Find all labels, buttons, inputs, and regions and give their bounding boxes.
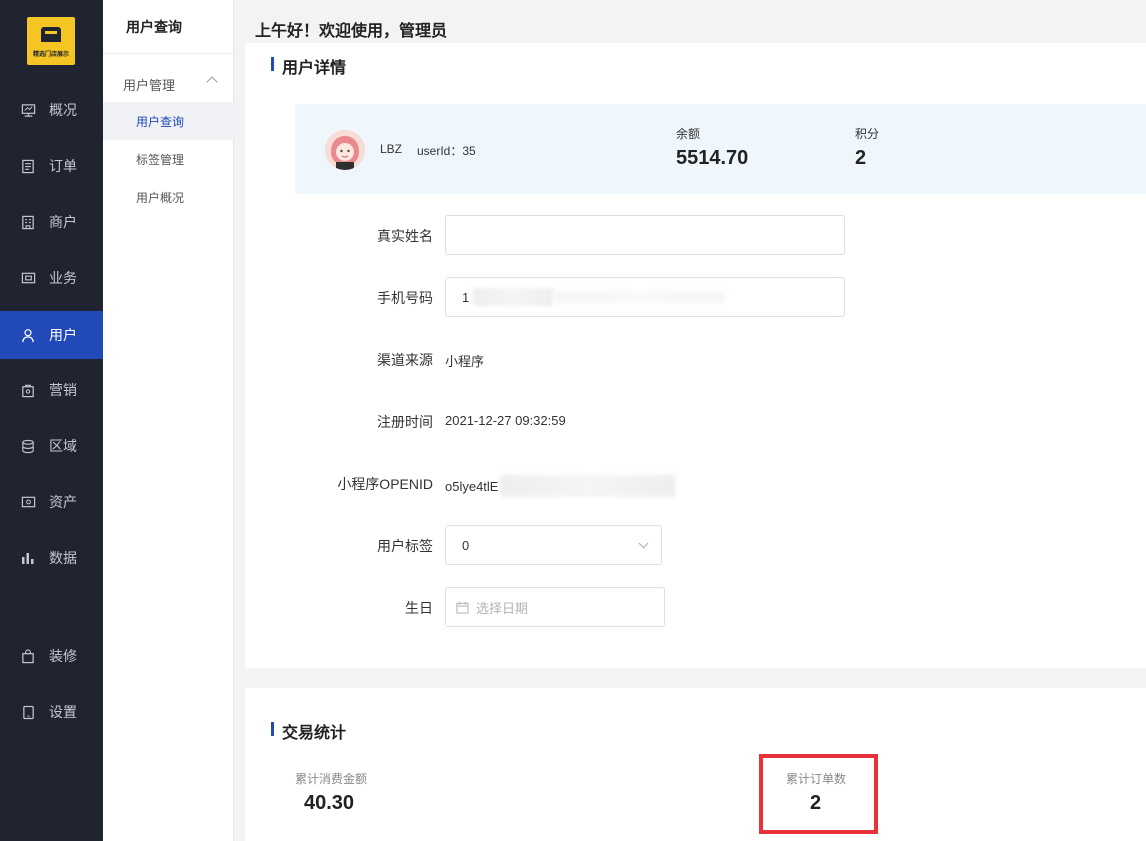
user-id: userId：35 bbox=[417, 144, 476, 158]
nav-item-business[interactable]: 业务 bbox=[0, 254, 103, 302]
real-name-input[interactable] bbox=[445, 215, 845, 255]
user-tag-label: 用户标签 bbox=[377, 538, 433, 554]
nav-label: 资产 bbox=[49, 494, 77, 510]
channel-label: 渠道来源 bbox=[377, 352, 433, 368]
nav-item-region[interactable]: 区域 bbox=[0, 422, 103, 470]
nav-item-users[interactable]: 用户 bbox=[0, 311, 103, 359]
subnav-title: 用户查询 bbox=[103, 0, 233, 54]
nav-label: 业务 bbox=[49, 270, 77, 286]
phone-label: 手机号码 bbox=[377, 290, 433, 306]
user-icon bbox=[20, 327, 36, 343]
secondary-sidebar: 用户查询 用户管理 用户查询 标签管理 用户概况 bbox=[103, 0, 234, 841]
main-sidebar: 精选门店展示 概况 订单 商户 业务 用户 营销 区域 资产 数据 装修 设置 bbox=[0, 0, 103, 841]
bar-chart-icon bbox=[20, 550, 36, 566]
openid-value: o5lye4tlE bbox=[445, 478, 499, 494]
nav-item-settings[interactable]: 设置 bbox=[0, 688, 103, 736]
nav-label: 营销 bbox=[49, 382, 77, 398]
trade-stats-card: 交易统计 累计消费金额 40.30 累计订单数 2 bbox=[245, 688, 1146, 841]
document-icon bbox=[20, 158, 36, 174]
subnav-group-label: 用户管理 bbox=[123, 77, 176, 93]
store-logo-icon bbox=[41, 27, 61, 42]
points-label: 积分 bbox=[855, 127, 880, 141]
chevron-up-icon bbox=[206, 76, 218, 88]
openid-label: 小程序OPENID bbox=[337, 476, 433, 492]
section-title-trade-stats: 交易统计 bbox=[271, 719, 346, 743]
subnav-item-tag-management[interactable]: 标签管理 bbox=[103, 140, 234, 178]
redacted-blur bbox=[555, 291, 726, 303]
birthday-label: 生日 bbox=[405, 600, 433, 616]
register-time-label: 注册时间 bbox=[377, 414, 433, 430]
user-tag-value: 0 bbox=[462, 537, 470, 553]
real-name-label: 真实姓名 bbox=[377, 228, 433, 244]
user-tag-select[interactable]: 0 bbox=[445, 525, 662, 565]
total-spend-label: 累计消费金额 bbox=[295, 772, 368, 786]
user-detail-card: 用户详情 LBZ userId：35 余额 5514.70 积分 2 真实姓名 … bbox=[245, 43, 1146, 668]
nav-label: 数据 bbox=[49, 550, 77, 566]
user-summary-box: LBZ userId：35 余额 5514.70 积分 2 bbox=[295, 104, 1146, 194]
section-title-user-detail: 用户详情 bbox=[271, 54, 346, 78]
database-icon bbox=[20, 438, 36, 454]
redacted-blur bbox=[500, 475, 676, 497]
nav-label: 概况 bbox=[49, 102, 77, 118]
subnav-item-user-query[interactable]: 用户查询 bbox=[103, 102, 234, 140]
nav-label: 订单 bbox=[49, 158, 77, 174]
register-time-value: 2021-12-27 09:32:59 bbox=[445, 413, 566, 428]
nav-item-overview[interactable]: 概况 bbox=[0, 86, 103, 134]
avatar bbox=[325, 130, 365, 170]
subnav-item-user-overview[interactable]: 用户概况 bbox=[103, 178, 234, 216]
app-logo[interactable]: 精选门店展示 bbox=[27, 17, 75, 65]
bag-icon bbox=[20, 382, 36, 398]
store-icon bbox=[20, 214, 36, 230]
nav-item-marketing[interactable]: 营销 bbox=[0, 366, 103, 414]
phone-value: 1 bbox=[462, 289, 470, 305]
nav-item-data[interactable]: 数据 bbox=[0, 534, 103, 582]
calendar-icon bbox=[456, 601, 469, 614]
wallet-icon bbox=[20, 494, 36, 510]
nav-item-merchants[interactable]: 商户 bbox=[0, 198, 103, 246]
tablet-icon bbox=[20, 704, 36, 720]
phone-input[interactable]: 1 bbox=[445, 277, 845, 317]
nav-label: 装修 bbox=[49, 648, 77, 664]
points-value: 2 bbox=[855, 147, 867, 169]
chevron-down-icon bbox=[638, 538, 649, 549]
logo-text: 精选门店展示 bbox=[32, 52, 69, 58]
page-greeting: 上午好！欢迎使用，管理员 bbox=[255, 23, 448, 40]
nav-label: 用户 bbox=[49, 327, 77, 343]
birthday-placeholder: 选择日期 bbox=[476, 600, 529, 616]
birthday-date-picker[interactable]: 选择日期 bbox=[445, 587, 665, 627]
openid-row: o5lye4tlE bbox=[445, 475, 676, 497]
nav-item-orders[interactable]: 订单 bbox=[0, 142, 103, 190]
channel-value: 小程序 bbox=[445, 354, 485, 369]
highlight-box bbox=[759, 754, 878, 834]
nav-item-assets[interactable]: 资产 bbox=[0, 478, 103, 526]
subnav-group-user-management[interactable]: 用户管理 bbox=[103, 70, 234, 98]
nav-label: 设置 bbox=[49, 704, 77, 720]
nav-item-decoration[interactable]: 装修 bbox=[0, 632, 103, 680]
balance-label: 余额 bbox=[676, 127, 701, 141]
nav-label: 区域 bbox=[49, 438, 77, 454]
monitor-icon bbox=[20, 102, 36, 118]
shopping-bag-icon bbox=[20, 648, 36, 664]
total-spend-value: 40.30 bbox=[304, 792, 355, 814]
nav-label: 商户 bbox=[49, 214, 77, 230]
redacted-blur bbox=[473, 288, 554, 306]
briefcase-icon bbox=[20, 270, 36, 286]
balance-value: 5514.70 bbox=[676, 147, 749, 169]
user-name: LBZ bbox=[380, 142, 403, 156]
